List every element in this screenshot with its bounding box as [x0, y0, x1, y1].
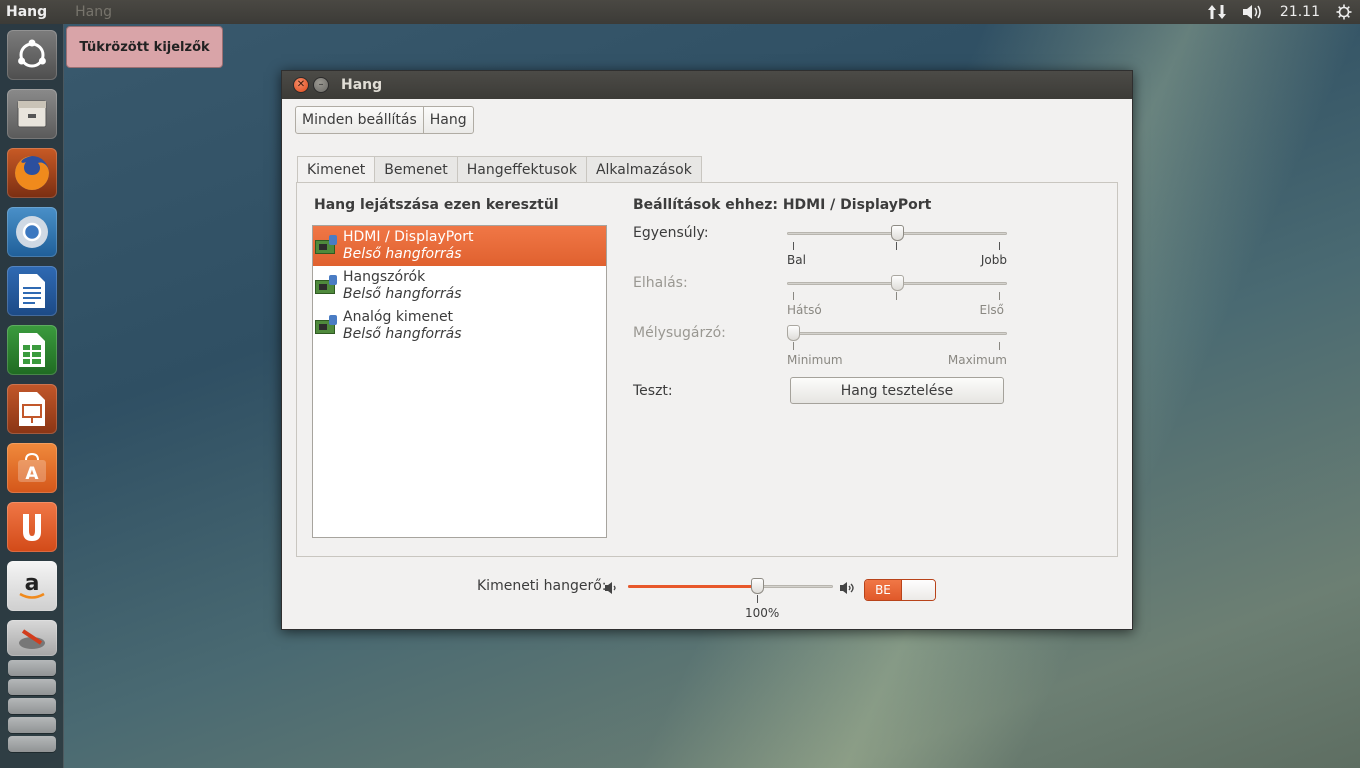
mute-toggle[interactable]: BE	[864, 579, 936, 601]
device-subtitle: Belső hangforrás	[343, 246, 462, 262]
device-name: HDMI / DisplayPort	[343, 229, 474, 245]
launcher: A a	[0, 24, 64, 768]
balance-slider[interactable]: Bal Jobb	[787, 225, 1007, 267]
volume-high-icon	[839, 581, 857, 598]
slider-knob[interactable]	[751, 578, 764, 594]
device-subtitle: Belső hangforrás	[343, 286, 462, 302]
fade-front-label: Első	[979, 303, 1004, 317]
subwoofer-label: Mélysugárzó:	[633, 325, 726, 341]
test-label: Teszt:	[633, 383, 673, 399]
output-volume-row: Kimeneti hangerő: 100% BE	[282, 576, 1132, 620]
fade-slider[interactable]: Hátsó Első	[787, 275, 1007, 317]
breadcrumb: Minden beállítás Hang	[295, 106, 474, 134]
launcher-stack-item[interactable]	[8, 736, 56, 752]
balance-label: Egyensúly:	[633, 225, 709, 241]
sound-settings-window: ✕ – Hang Minden beállítás Hang Kimenet B…	[281, 70, 1133, 630]
subwoofer-min-label: Minimum	[787, 353, 843, 367]
slider-knob[interactable]	[891, 225, 904, 241]
sound-card-icon	[315, 275, 337, 297]
launcher-stack-item[interactable]	[8, 679, 56, 695]
tab-bar: Kimenet Bemenet Hangeffektusok Alkalmazá…	[297, 156, 702, 183]
sound-card-icon	[315, 315, 337, 337]
tab-applications[interactable]: Alkalmazások	[586, 156, 702, 183]
window-title: Hang	[341, 77, 383, 93]
ubuntu-one-icon[interactable]	[7, 502, 57, 552]
output-volume-label: Kimeneti hangerő:	[477, 578, 607, 594]
sound-card-icon	[315, 235, 337, 257]
balance-left-label: Bal	[787, 253, 806, 267]
list-item-analog-output[interactable]: Analóg kimenet Belső hangforrás	[313, 306, 606, 346]
notification-text: Tükrözött kijelzők	[79, 39, 210, 55]
device-subtitle: Belső hangforrás	[343, 326, 462, 342]
toggle-handle[interactable]	[901, 580, 935, 600]
output-volume-slider[interactable]	[628, 578, 833, 608]
chromium-icon[interactable]	[7, 207, 57, 257]
svg-text:a: a	[25, 571, 40, 596]
app-title: Hang	[6, 4, 48, 20]
indicator-area: 21.11	[1200, 0, 1360, 24]
slider-knob[interactable]	[891, 275, 904, 291]
libreoffice-impress-icon[interactable]	[7, 384, 57, 434]
output-panel: Hang lejátszása ezen keresztül HDMI / Di…	[296, 182, 1118, 557]
volume-icon[interactable]	[1242, 4, 1264, 20]
subwoofer-slider[interactable]: Minimum Maximum	[787, 325, 1007, 367]
launcher-stack-item[interactable]	[8, 717, 56, 733]
firefox-icon[interactable]	[7, 148, 57, 198]
breadcrumb-sound[interactable]: Hang	[422, 107, 473, 133]
list-item-speakers[interactable]: Hangszórók Belső hangforrás	[313, 266, 606, 306]
volume-fill	[628, 585, 757, 588]
subwoofer-max-label: Maximum	[947, 353, 1007, 367]
volume-low-icon	[604, 581, 620, 598]
breadcrumb-all-settings[interactable]: Minden beállítás	[296, 107, 423, 133]
svg-text:A: A	[25, 464, 39, 484]
device-name: Analóg kimenet	[343, 309, 454, 325]
minimize-button[interactable]: –	[313, 77, 329, 93]
network-icon[interactable]	[1207, 4, 1226, 20]
libreoffice-calc-icon[interactable]	[7, 325, 57, 375]
power-icon[interactable]	[1336, 4, 1352, 20]
software-center-icon[interactable]: A	[7, 443, 57, 493]
toggle-on-label: BE	[865, 580, 901, 600]
tab-output[interactable]: Kimenet	[297, 156, 376, 183]
dash-home-icon[interactable]	[7, 30, 57, 80]
volume-percent-label: 100%	[745, 606, 780, 620]
volume-100-tick	[757, 595, 758, 603]
tab-input[interactable]: Bemenet	[375, 156, 458, 183]
close-button[interactable]: ✕	[293, 77, 309, 93]
output-device-list: HDMI / DisplayPort Belső hangforrás Hang…	[312, 225, 607, 538]
list-item-hdmi[interactable]: HDMI / DisplayPort Belső hangforrás	[313, 226, 606, 266]
fade-label: Elhalás:	[633, 275, 688, 291]
top-panel: Hang Hang 21.11	[0, 0, 1360, 24]
amazon-icon[interactable]: a	[7, 561, 57, 611]
system-settings-icon[interactable]	[7, 620, 57, 656]
balance-right-label: Jobb	[980, 253, 1007, 267]
app-menu[interactable]: Hang	[75, 4, 112, 20]
clock[interactable]: 21.11	[1280, 4, 1320, 20]
device-name: Hangszórók	[343, 269, 426, 285]
notification-bubble: Tükrözött kijelzők	[66, 26, 223, 68]
settings-title: Beállítások ehhez: HDMI / DisplayPort	[633, 197, 932, 213]
libreoffice-writer-icon[interactable]	[7, 266, 57, 316]
launcher-stack-item[interactable]	[8, 660, 56, 676]
launcher-stack-item[interactable]	[8, 698, 56, 714]
fade-rear-label: Hátsó	[787, 303, 822, 317]
tab-sound-effects[interactable]: Hangeffektusok	[457, 156, 587, 183]
files-icon[interactable]	[7, 89, 57, 139]
window-titlebar[interactable]: ✕ – Hang	[282, 71, 1132, 99]
device-list-title: Hang lejátszása ezen keresztül	[314, 197, 559, 213]
test-sound-button[interactable]: Hang tesztelése	[790, 377, 1004, 404]
slider-knob[interactable]	[787, 325, 800, 341]
